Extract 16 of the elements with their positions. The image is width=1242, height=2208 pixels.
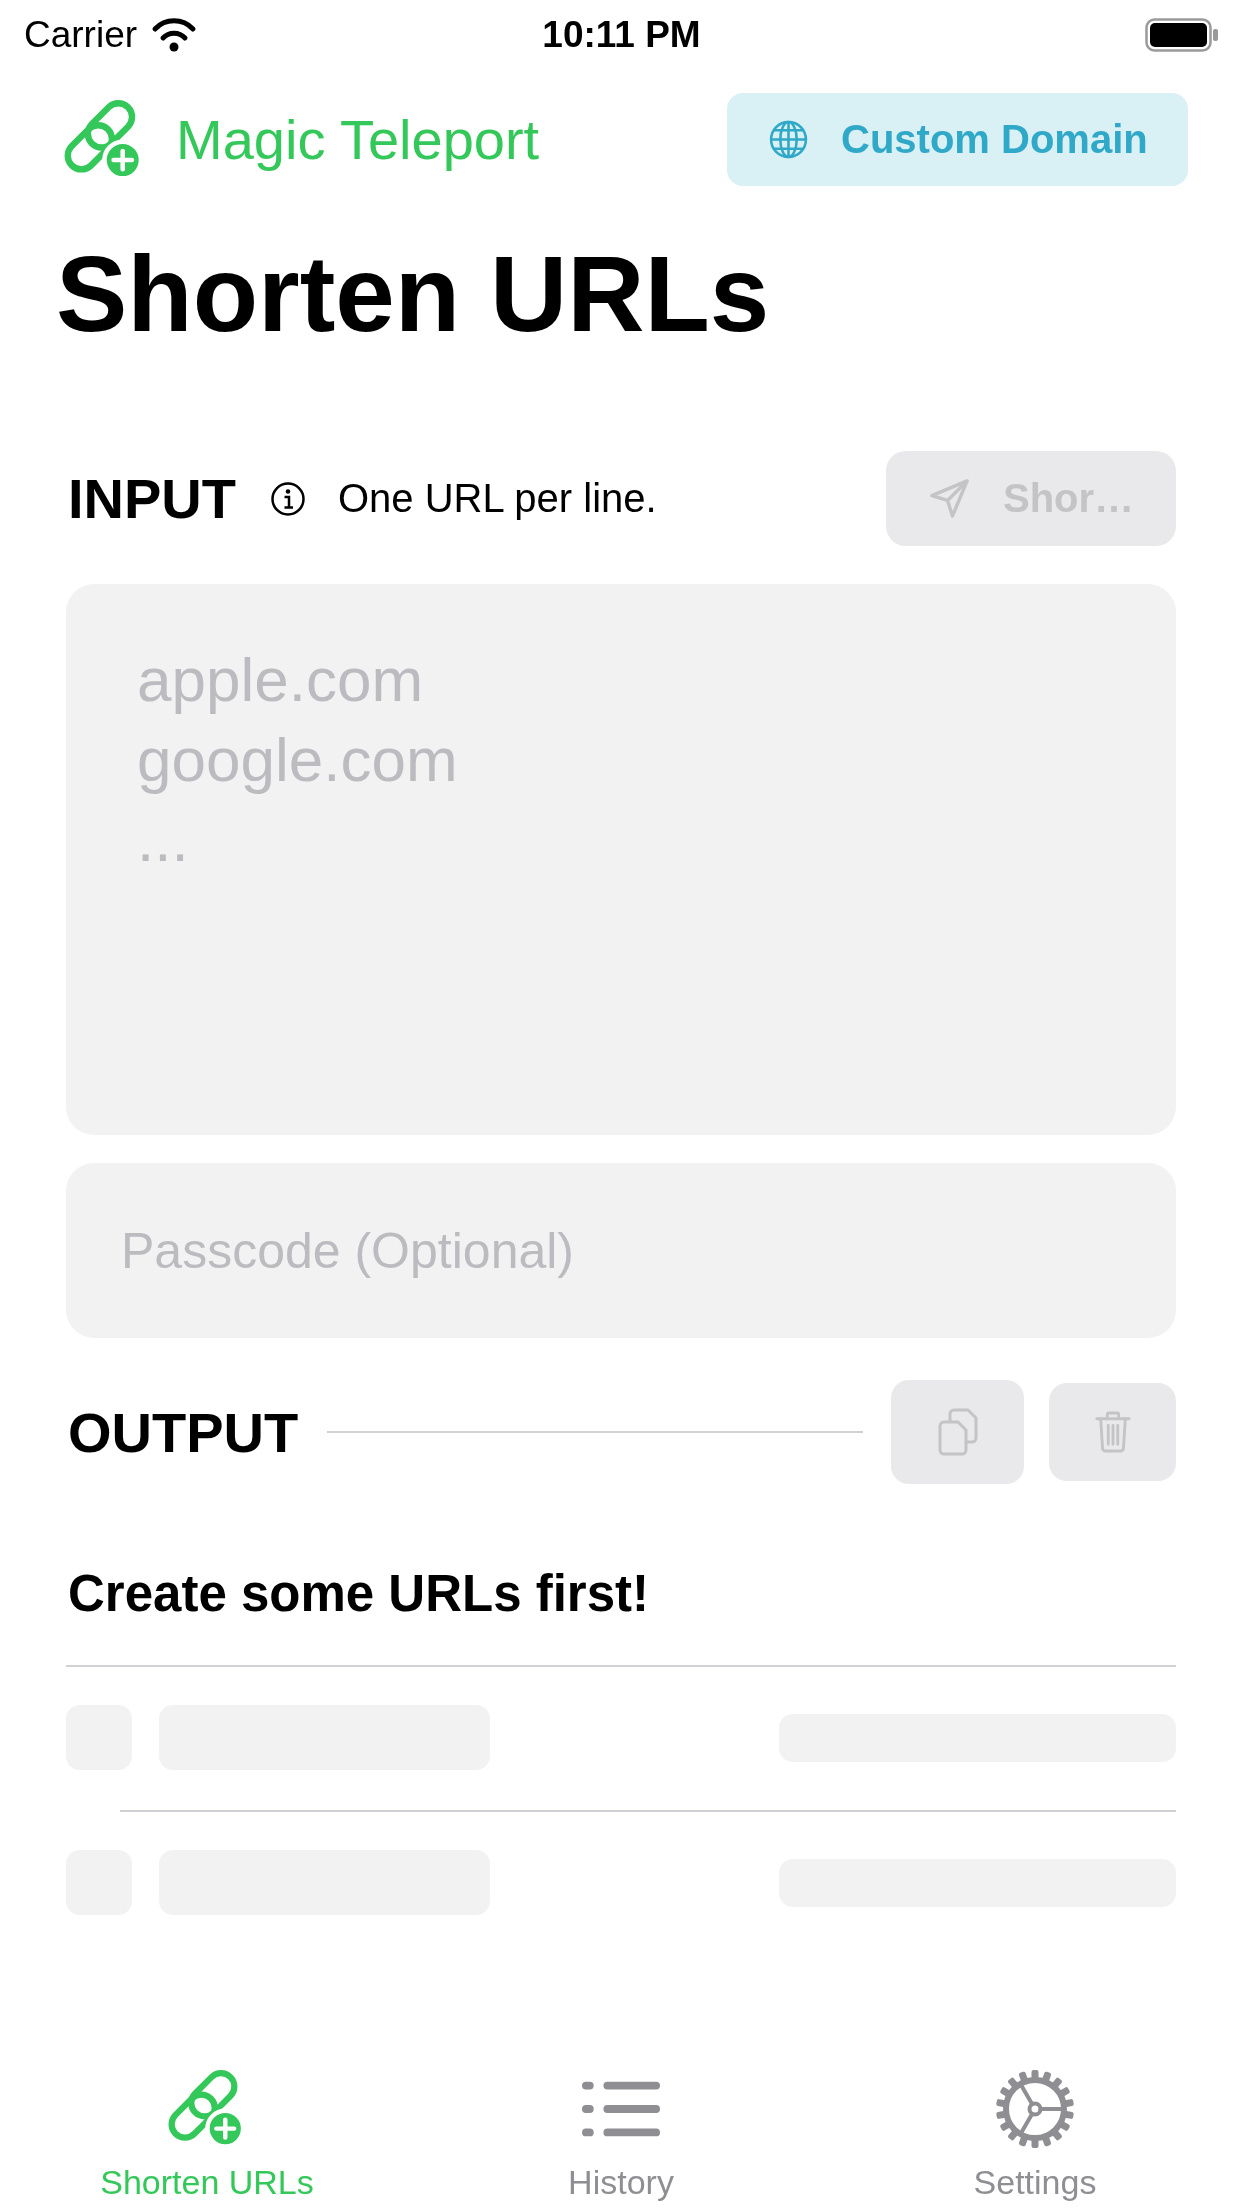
info-icon[interactable] xyxy=(270,480,306,517)
page-title: Shorten URLs xyxy=(56,233,771,356)
carrier-name: Carrier xyxy=(24,14,138,56)
hint-text: One URL per line. xyxy=(338,476,657,521)
custom-domain-button[interactable]: Custom Domain xyxy=(727,93,1188,186)
send-icon xyxy=(928,477,971,520)
empty-message: Create some URLs first! xyxy=(68,1564,650,1624)
trash-icon xyxy=(1093,1410,1132,1454)
section-heading: INPUT xyxy=(68,466,236,531)
gear-icon xyxy=(995,2069,1075,2149)
section-heading: OUTPUT xyxy=(68,1399,299,1465)
wifi-icon xyxy=(151,17,198,53)
status-time: 10:11 PM xyxy=(542,14,701,56)
battery-icon xyxy=(1145,18,1219,52)
app-name: Magic Teleport xyxy=(176,107,540,172)
globe-icon xyxy=(768,119,809,160)
